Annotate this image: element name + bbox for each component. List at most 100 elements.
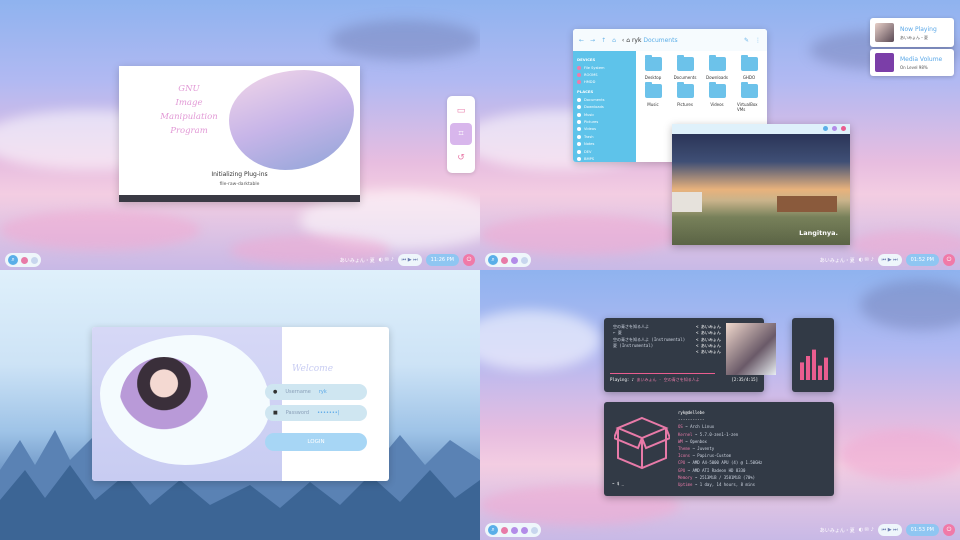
- track-time: [2:35/4:15]: [731, 377, 759, 382]
- workspace-dot[interactable]: [31, 256, 38, 264]
- workspace-dot[interactable]: [511, 526, 518, 534]
- terminal-prompt[interactable]: ~ $ _: [612, 480, 624, 487]
- album-art: [875, 23, 894, 42]
- menu-icon[interactable]: ⋮: [755, 37, 761, 44]
- download-folder-icon: [708, 55, 726, 71]
- username-value: ryk: [318, 389, 327, 395]
- breadcrumb[interactable]: ‹ ⌂ ryk Documents: [622, 37, 678, 44]
- desktop-terminals: 空の青さを知る人よ ← 夏 空の青さを知る人よ (Instrumental) 夏…: [480, 270, 960, 540]
- sidebar-item[interactable]: DEV: [577, 148, 632, 155]
- home-icon[interactable]: ⌂: [612, 37, 616, 44]
- notification-now-playing[interactable]: Now Playing あいみょん・夏: [870, 18, 954, 47]
- splash-status: Initializing Plug-ins: [211, 171, 268, 178]
- sidebar-item[interactable]: ROOMS: [577, 71, 632, 78]
- visualizer-bar: [812, 349, 816, 380]
- sidebar-item[interactable]: HMDD: [577, 79, 632, 86]
- sidebar-item[interactable]: BMPS: [577, 155, 632, 162]
- file-item[interactable]: VirtualBox VMs: [737, 82, 761, 112]
- power-icon[interactable]: ⏻: [463, 254, 475, 266]
- workspace-dot[interactable]: [521, 526, 528, 534]
- up-icon[interactable]: ↑: [601, 37, 606, 44]
- folder-icon: [676, 55, 694, 71]
- taskbar: ⌕ あいみょん・夏 ◐ ✉ ♪ ⏮ ▶ ⏭ 01:53 PM ⏻: [480, 523, 960, 537]
- workspace-dot[interactable]: [501, 526, 508, 534]
- visualizer-bar: [806, 356, 810, 380]
- workspace-switcher: ⌕: [485, 523, 541, 537]
- visualizer-bar: [818, 365, 822, 380]
- media-controls[interactable]: ⏮ ▶ ⏭: [877, 254, 902, 266]
- notification-title: Media Volume: [900, 56, 943, 63]
- sidebar-item[interactable]: Trash: [577, 133, 632, 140]
- monitor-icon[interactable]: ▭: [450, 100, 472, 122]
- progress-bar[interactable]: [610, 373, 715, 374]
- file-item[interactable]: Pictures: [673, 82, 697, 112]
- media-controls[interactable]: ⏮ ▶ ⏭: [397, 254, 422, 266]
- file-item[interactable]: Documents: [673, 55, 697, 80]
- password-field[interactable]: ■ Password •••••••|: [265, 405, 367, 421]
- file-item[interactable]: Music: [641, 82, 665, 112]
- devices-header: DEVICES: [577, 57, 596, 62]
- tool-dock: ▭ ⌗ ↺: [447, 96, 475, 173]
- search-icon[interactable]: ⌕: [488, 525, 498, 535]
- splash-title: GNU Image Manipulation Program: [160, 84, 218, 136]
- volume-icon: [875, 53, 894, 72]
- crop-icon[interactable]: ⌗: [450, 123, 472, 145]
- login-button[interactable]: LOGIN: [265, 433, 367, 451]
- sidebar-item[interactable]: Pictures: [577, 118, 632, 125]
- rotate-icon[interactable]: ↺: [450, 147, 472, 169]
- edit-icon[interactable]: ✎: [744, 37, 749, 44]
- workspace-dot[interactable]: [521, 256, 528, 264]
- close-button[interactable]: [841, 126, 846, 131]
- login-window: Welcome ● Username ryk ■ Password ••••••…: [92, 327, 389, 481]
- clock[interactable]: 01:53 PM: [905, 524, 939, 536]
- clock[interactable]: 11:26 PM: [425, 254, 459, 266]
- workspace-dot[interactable]: [511, 256, 518, 264]
- photo: Langitnya.: [672, 134, 850, 245]
- sidebar-item[interactable]: Downloads: [577, 104, 632, 111]
- photo-caption: Langitnya.: [799, 229, 838, 237]
- fetch-line: WM ~ Openbox: [678, 438, 707, 444]
- forward-icon[interactable]: →: [590, 37, 595, 44]
- search-icon[interactable]: ⌕: [488, 255, 498, 265]
- workspace-switcher: ⌕: [485, 253, 531, 267]
- minimize-button[interactable]: [823, 126, 828, 131]
- now-playing-text: あいみょん・夏: [339, 257, 375, 264]
- file-item[interactable]: GHDO: [737, 55, 761, 80]
- power-icon[interactable]: ⏻: [943, 524, 955, 536]
- file-sidebar: DEVICES File System ROOMS HMDD PLACES Do…: [573, 51, 636, 162]
- tray-icons[interactable]: ◐ ✉ ♪: [379, 257, 394, 263]
- search-icon[interactable]: ⌕: [8, 255, 18, 265]
- password-value: •••••••|: [317, 410, 340, 416]
- notification-volume[interactable]: Media Volume On Level 98%: [870, 49, 954, 76]
- sidebar-item[interactable]: Notes: [577, 141, 632, 148]
- file-item[interactable]: Downloads: [705, 55, 729, 80]
- sidebar-item[interactable]: Documents: [577, 96, 632, 103]
- back-icon[interactable]: ←: [579, 37, 584, 44]
- power-icon[interactable]: ⏻: [943, 254, 955, 266]
- fetch-line: GPU ~ AMD ATI Radeon HD 8330: [678, 467, 746, 473]
- taskbar: ⌕ あいみょん・夏 ◐ ✉ ♪ ⏮ ▶ ⏭ 01:52 PM ⏻: [480, 253, 960, 267]
- videos-folder-icon: [708, 82, 726, 98]
- tray-icons[interactable]: ◐ ✉ ♪: [859, 257, 874, 263]
- tray-icons[interactable]: ◐ ✉ ♪: [859, 527, 874, 533]
- workspace-dot[interactable]: [531, 526, 538, 534]
- sidebar-item[interactable]: File System: [577, 64, 632, 71]
- file-item[interactable]: Videos: [705, 82, 729, 112]
- workspace-dot[interactable]: [501, 256, 508, 264]
- playlist-artists: < あいみょん < あいみょん < あいみょん < あいみょん < あいみょん: [696, 324, 721, 355]
- folder-icon: [740, 55, 758, 71]
- music-folder-icon: [644, 82, 662, 98]
- fetch-line: Kernel ~ 5.7.0-zen1-1-zen: [678, 431, 739, 437]
- clock[interactable]: 01:52 PM: [905, 254, 939, 266]
- workspace-dot[interactable]: [21, 256, 28, 264]
- file-item[interactable]: Desktop: [641, 55, 665, 80]
- now-playing: Playing: ♪ あいみょん - 空の青さを知る人よ: [610, 377, 700, 382]
- splash-artwork: [229, 70, 354, 170]
- sidebar-item[interactable]: Videos: [577, 126, 632, 133]
- desktop-files: ← → ↑ ⌂ ‹ ⌂ ryk Documents ✎ ⋮ DEVICES Fi…: [480, 0, 960, 270]
- username-field[interactable]: ● Username ryk: [265, 384, 367, 400]
- sidebar-item[interactable]: Music: [577, 111, 632, 118]
- media-controls[interactable]: ⏮ ▶ ⏭: [877, 524, 902, 536]
- password-label: Password: [285, 410, 310, 416]
- maximize-button[interactable]: [832, 126, 837, 131]
